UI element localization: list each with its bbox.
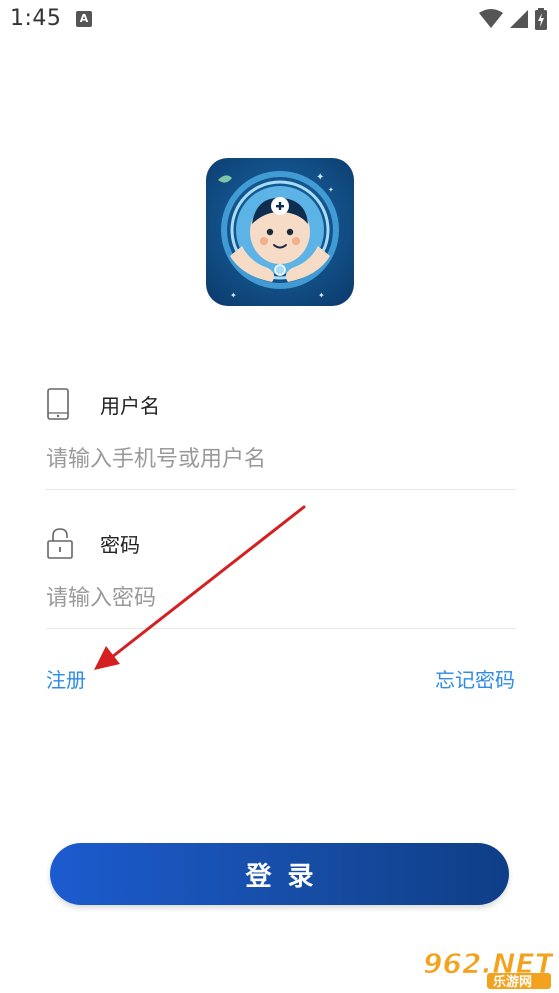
- register-link[interactable]: 注册: [46, 664, 86, 693]
- battery-icon: [535, 8, 547, 30]
- username-label-row: 用户名: [46, 388, 160, 420]
- password-label-row: 密码: [46, 527, 140, 559]
- watermark-logo: 962.NET 乐游网: [421, 943, 557, 991]
- username-divider: [46, 489, 516, 490]
- login-button[interactable]: 登录: [50, 843, 509, 905]
- signal-icon: [510, 10, 528, 28]
- username-label: 用户名: [100, 393, 160, 418]
- notification-a-icon: A: [76, 11, 92, 27]
- app-logo: ✦ ✦ ✦ ✦: [206, 158, 354, 306]
- password-label: 密码: [100, 532, 140, 557]
- phone-icon: [47, 388, 69, 420]
- watermark-subtitle: 乐游网: [493, 974, 532, 989]
- forgot-password-link[interactable]: 忘记密码: [435, 664, 515, 693]
- status-time: 1:45: [10, 6, 62, 31]
- svg-text:✦: ✦: [316, 172, 324, 183]
- status-bar: 1:45 A: [0, 0, 559, 38]
- svg-text:✦: ✦: [230, 291, 237, 300]
- password-input[interactable]: [46, 581, 516, 615]
- lock-icon: [47, 528, 73, 559]
- svg-text:✦: ✦: [328, 186, 334, 194]
- svg-text:✦: ✦: [318, 291, 325, 300]
- password-divider: [46, 628, 516, 629]
- wifi-icon: [479, 9, 503, 28]
- username-input[interactable]: [46, 442, 516, 476]
- status-icons: [479, 8, 547, 30]
